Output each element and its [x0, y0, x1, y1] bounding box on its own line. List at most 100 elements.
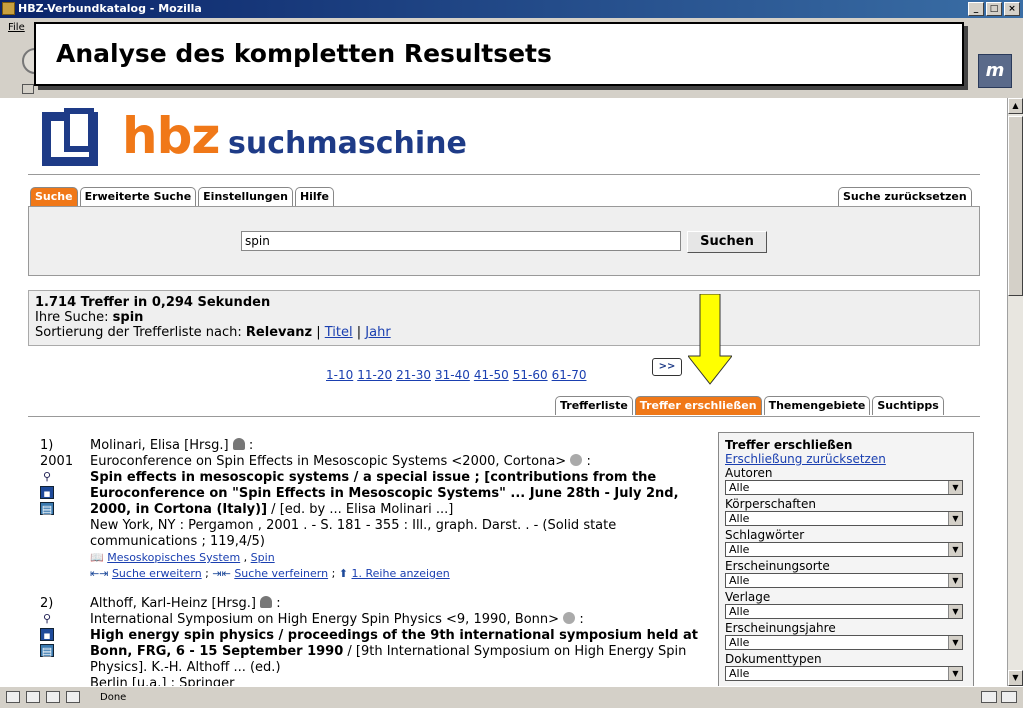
subject-link[interactable]: Spin: [251, 551, 275, 564]
result-info: 1.714 Treffer in 0,294 Sekunden Ihre Suc…: [28, 290, 980, 346]
scroll-up-icon[interactable]: ▲: [1008, 98, 1023, 114]
search-button[interactable]: Suchen: [687, 231, 767, 253]
chevron-down-icon: ▼: [948, 481, 962, 494]
chevron-down-icon: ▼: [948, 636, 962, 649]
logo-subtitle: suchmaschine: [228, 126, 467, 161]
status-bar: Done: [0, 686, 1023, 708]
refine-icon: ⇥⇤: [212, 567, 231, 580]
detail-icon[interactable]: ▪: [40, 486, 54, 500]
person-icon[interactable]: [260, 596, 273, 608]
facet-select-doctypes[interactable]: Alle ▼: [725, 666, 963, 681]
up-arrow-icon: ⬆: [338, 567, 349, 580]
tab-suche[interactable]: Suche: [30, 187, 78, 206]
tab-einstellungen[interactable]: Einstellungen: [198, 187, 293, 206]
refine-search-link[interactable]: Suche verfeinern: [234, 567, 328, 580]
page-link[interactable]: 1-10: [326, 368, 353, 382]
facet-select-publishers[interactable]: Alle ▼: [725, 604, 963, 619]
divider: [28, 174, 980, 175]
tab-hilfe[interactable]: Hilfe: [294, 187, 334, 206]
chevron-down-icon: ▼: [948, 512, 962, 525]
search-input[interactable]: spin: [241, 231, 681, 251]
result-item: 2) ⚲ ▪ ▤ Althoff, Karl-Heinz [Hrsg.] : I…: [40, 596, 700, 686]
menu-file[interactable]: File: [8, 22, 25, 33]
navigator-icon[interactable]: [6, 691, 20, 703]
facet-label: Erscheinungsjahre: [725, 621, 836, 635]
tab-treffer-erschliessen[interactable]: Treffer erschließen: [634, 396, 762, 415]
vertical-scrollbar[interactable]: ▲ ▼: [1007, 98, 1023, 686]
magnifier-icon[interactable]: ⚲: [40, 470, 54, 483]
online-icon[interactable]: ▤: [40, 644, 54, 658]
sort-title-link[interactable]: Titel: [325, 325, 353, 340]
mail-icon[interactable]: [26, 691, 40, 703]
tab-themengebiete[interactable]: Themengebiete: [763, 396, 871, 415]
chevron-down-icon: ▼: [948, 574, 962, 587]
corporation-icon[interactable]: [570, 454, 583, 466]
online-icon[interactable]: ▤: [40, 502, 54, 516]
tab-erweiterte-suche[interactable]: Erweiterte Suche: [79, 187, 197, 206]
facet-select-subjects[interactable]: Alle ▼: [725, 542, 963, 557]
status-text: Done: [100, 692, 127, 703]
detail-icon[interactable]: ▪: [40, 628, 54, 642]
magnifier-icon[interactable]: ⚲: [40, 612, 54, 625]
window-title: HBZ-Verbundkatalog - Mozilla: [18, 2, 202, 15]
search-tabs: Suche Erweiterte Suche Einstellungen Hil…: [30, 187, 334, 206]
corporation-icon[interactable]: [563, 612, 576, 624]
page-link[interactable]: 21-30: [396, 368, 431, 382]
close-button[interactable]: ×: [1004, 2, 1020, 16]
overlay-caption: Analyse des kompletten Resultsets: [34, 22, 964, 86]
facet-label: Körperschaften: [725, 497, 816, 511]
composer-icon[interactable]: [46, 691, 60, 703]
mozilla-logo-icon: m: [978, 54, 1012, 88]
facet-label: Erscheinungsorte: [725, 559, 830, 573]
query-label: Ihre Suche:: [35, 310, 113, 325]
result-publication: Berlin [u.a.] : Springer: [90, 676, 235, 686]
result-count: 1.714 Treffer in 0,294 Sekunden: [35, 295, 271, 310]
expand-search-link[interactable]: Suche erweitern: [112, 567, 202, 580]
subject-icon: 📖: [90, 551, 104, 564]
facet-select-corporations[interactable]: Alle ▼: [725, 511, 963, 526]
facet-label: Dokumenttypen: [725, 652, 822, 666]
maximize-button[interactable]: □: [986, 2, 1002, 16]
next-page-button[interactable]: >>: [652, 358, 682, 376]
search-panel: spin Suchen: [28, 206, 980, 276]
show-series-link[interactable]: 1. Reihe anzeigen: [352, 567, 450, 580]
facet-label: Schlagwörter: [725, 528, 805, 542]
facet-heading: Treffer erschließen: [725, 438, 853, 452]
sort-year-link[interactable]: Jahr: [365, 325, 390, 340]
page-link[interactable]: 41-50: [474, 368, 509, 382]
page-content: hbz suchmaschine Suche Erweiterte Suche …: [0, 98, 1007, 686]
person-icon[interactable]: [232, 438, 245, 450]
security-lock-icon: [1001, 691, 1017, 703]
home-icon[interactable]: [22, 84, 34, 94]
scroll-down-icon[interactable]: ▼: [1008, 670, 1023, 686]
result-responsibility: / [ed. by ... Elisa Molinari ...]: [267, 502, 454, 517]
expand-icon: ⇤⇥: [90, 567, 109, 580]
scroll-thumb[interactable]: [1008, 116, 1023, 296]
minimize-button[interactable]: _: [968, 2, 984, 16]
yellow-arrow-icon: [688, 294, 732, 385]
facet-sidebar: Treffer erschließen Erschließung zurücks…: [718, 432, 974, 686]
window-titlebar: HBZ-Verbundkatalog - Mozilla _ □ ×: [0, 0, 1023, 18]
result-number: 1): [40, 438, 54, 453]
sort-active: Relevanz: [245, 325, 313, 340]
subject-link[interactable]: Mesoskopisches System: [107, 551, 240, 564]
reset-search-button[interactable]: Suche zurücksetzen: [838, 187, 972, 206]
tab-suchtipps[interactable]: Suchtipps: [872, 396, 944, 415]
page-link[interactable]: 61-70: [552, 368, 587, 382]
facet-select-places[interactable]: Alle ▼: [725, 573, 963, 588]
app-icon: [2, 2, 15, 15]
page-link[interactable]: 31-40: [435, 368, 470, 382]
facet-select-years[interactable]: Alle ▼: [725, 635, 963, 650]
result-year: 2001: [40, 454, 74, 469]
facet-reset-link[interactable]: Erschließung zurücksetzen: [725, 452, 886, 466]
page-link[interactable]: 11-20: [357, 368, 392, 382]
addressbook-icon[interactable]: [66, 691, 80, 703]
page-link[interactable]: 51-60: [513, 368, 548, 382]
facet-select-authors[interactable]: Alle ▼: [725, 480, 963, 495]
query-value: spin: [112, 310, 144, 325]
facet-label: Verlage: [725, 590, 771, 604]
tab-trefferliste[interactable]: Trefferliste: [555, 396, 633, 415]
result-author: Althoff, Karl-Heinz [Hrsg.]: [90, 596, 256, 611]
result-tabs: Trefferliste Treffer erschließen Themeng…: [555, 396, 944, 415]
result-item: 1) 2001 ⚲ ▪ ▤ Molinari, Elisa [Hrsg.] : E…: [40, 438, 700, 582]
